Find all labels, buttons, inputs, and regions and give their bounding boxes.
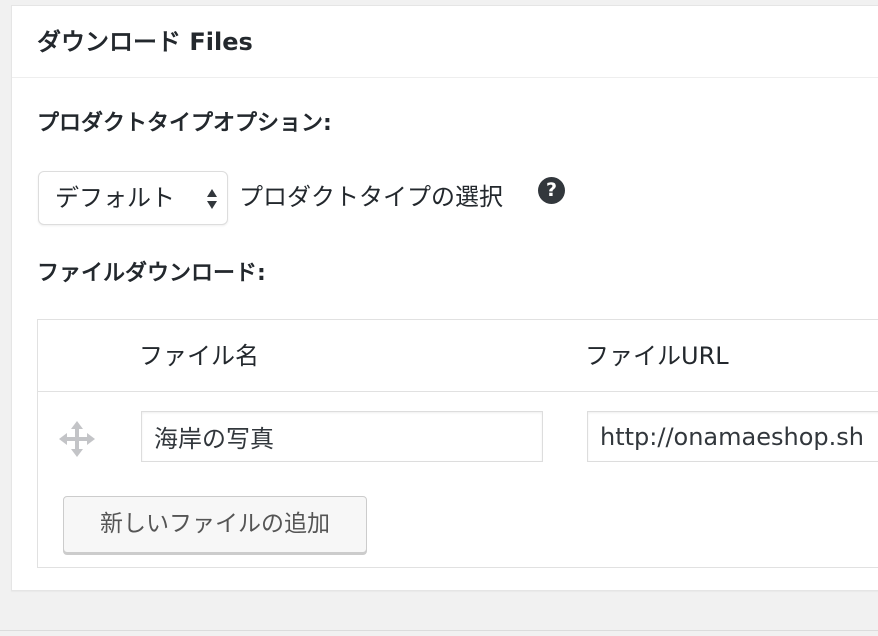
product-type-help-text: プロダクトタイプの選択	[239, 183, 503, 211]
product-type-select-value: デフォルト	[55, 184, 175, 212]
download-files-metabox: ダウンロード Files プロダクトタイプオプション: デフォルト プロダクトタ…	[11, 5, 878, 591]
divider	[0, 630, 878, 631]
column-header-file-url: ファイルURL	[585, 342, 729, 370]
product-type-select[interactable]: デフォルト	[38, 171, 228, 225]
file-url-input[interactable]	[587, 411, 878, 462]
product-type-options-label: プロダクトタイプオプション:	[37, 111, 332, 136]
metabox-header: ダウンロード Files	[12, 6, 878, 78]
file-downloads-label: ファイルダウンロード:	[37, 261, 266, 286]
column-header-file-name: ファイル名	[139, 342, 259, 370]
select-up-down-arrows-icon	[207, 189, 217, 209]
metabox-title: ダウンロード Files	[37, 28, 253, 56]
question-mark-icon[interactable]: ?	[538, 177, 565, 204]
file-name-input[interactable]	[141, 411, 543, 462]
move-arrows-icon[interactable]	[58, 420, 96, 458]
add-new-file-button[interactable]: 新しいファイルの追加	[63, 496, 367, 553]
file-downloads-table: ファイル名 ファイルURL 新しいファイルの追加	[37, 319, 878, 568]
table-header-row: ファイル名 ファイルURL	[38, 320, 878, 392]
